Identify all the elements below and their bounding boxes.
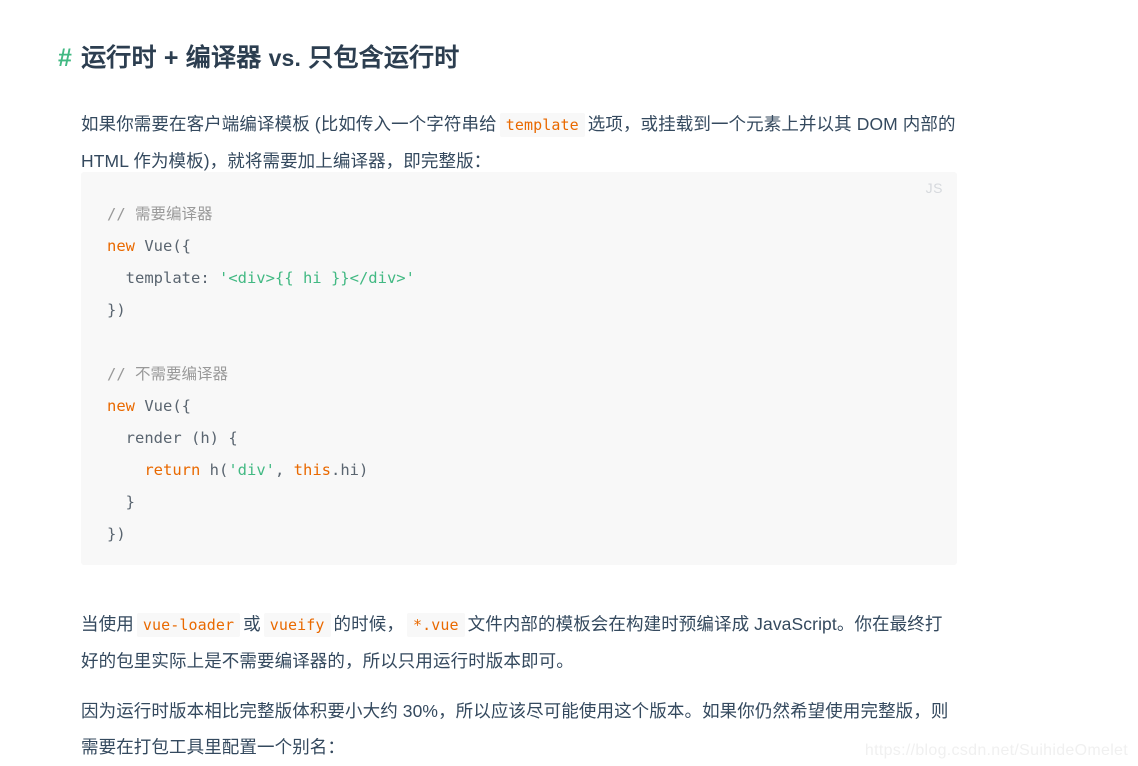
code-language-badge: JS <box>925 180 943 196</box>
intro-paragraph-segment-1: 如果你需要在客户端编译模板 (比如传入一个字符串给 <box>81 113 497 134</box>
loader-paragraph: 当使用 vue-loader 或 vueify 的时候， *.vue 文件内部的模板会在构建… <box>81 606 959 679</box>
watermark: https://blog.csdn.net/SuihideOmelet <box>864 742 1128 759</box>
heading-text-before: 运行时 + 编译器 <box>81 43 269 72</box>
code-token-keyword: return <box>144 461 201 479</box>
code-token-string: '<div>{{ hi }}</div>' <box>218 269 415 287</box>
page-title: # 运行时 + 编译器 vs. 只包含运行时 <box>58 41 460 75</box>
loader-paragraph-segment-2: 或 <box>243 613 261 634</box>
code-token-keyword: new <box>107 397 135 415</box>
size-paragraph: 因为运行时版本相比完整版体积要小大约 30%，所以应该尽可能使用这个版本。如果你… <box>81 700 949 757</box>
code-block-content[interactable]: // 需要编译器 new Vue({ template: '<div>{{ hi… <box>81 172 957 550</box>
code-token-plain: .hi) <box>331 461 369 479</box>
inline-code-vue-loader: vue-loader <box>136 612 241 637</box>
code-token-comment: // 需要编译器 <box>107 205 213 223</box>
document-page: # 运行时 + 编译器 vs. 只包含运行时 如果你需要在客户端编译模板 (比如传… <box>0 0 1138 766</box>
code-token-plain: Vue({ <box>135 237 191 255</box>
code-token-plain: Vue({ <box>135 397 191 415</box>
inline-code-vue-file: *.vue <box>406 612 465 637</box>
code-token-plain: }) <box>107 301 126 319</box>
code-token-comment: // 不需要编译器 <box>107 365 228 383</box>
inline-code-vueify: vueify <box>263 612 331 637</box>
code-token-plain: h( <box>200 461 229 479</box>
loader-paragraph-segment-1: 当使用 <box>81 613 134 634</box>
code-token-plain: } <box>107 493 135 511</box>
heading-vs-label: vs. <box>268 44 302 71</box>
intro-paragraph: 如果你需要在客户端编译模板 (比如传入一个字符串给 template 选项，或挂载到… <box>81 106 959 179</box>
heading-text-after: 只包含运行时 <box>301 43 460 72</box>
code-token-plain: render (h) { <box>107 429 238 447</box>
code-token-keyword: new <box>107 237 135 255</box>
code-token-keyword: this <box>293 461 331 479</box>
code-block: JS // 需要编译器 new Vue({ template: '<div>{{… <box>81 172 957 565</box>
code-token-string: 'div' <box>228 461 275 479</box>
inline-code-template: template <box>499 112 585 137</box>
code-token-plain: , <box>275 461 294 479</box>
loader-paragraph-segment-3: 的时候， <box>333 613 404 634</box>
code-token-plain: template: <box>107 269 219 287</box>
heading-anchor-icon[interactable]: # <box>58 41 72 75</box>
code-token-plain: }) <box>107 525 126 543</box>
